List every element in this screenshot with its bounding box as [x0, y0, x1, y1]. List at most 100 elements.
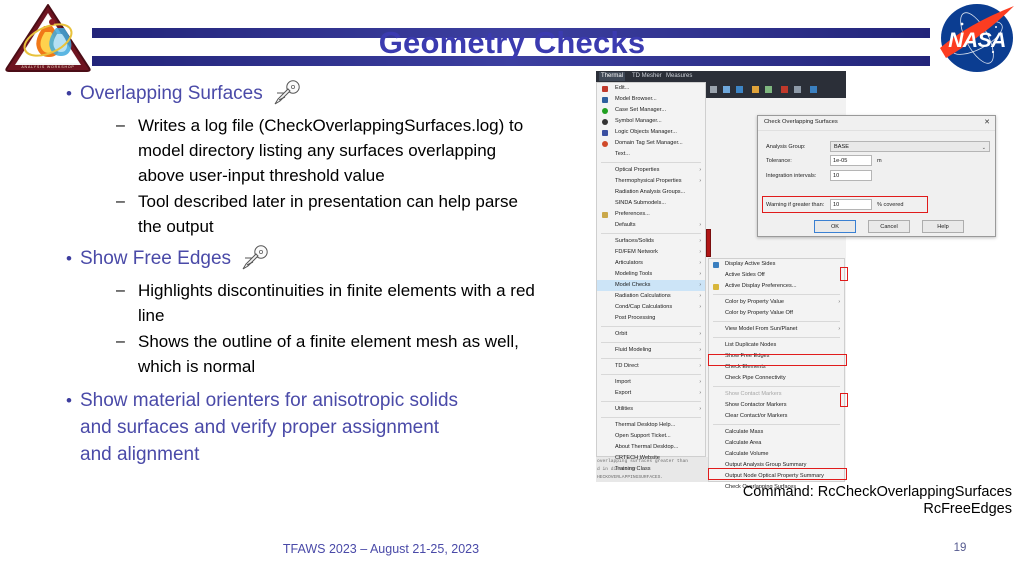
- toolbar-icon-4[interactable]: [752, 86, 759, 93]
- menubar-item-measures[interactable]: Measures: [666, 73, 692, 79]
- menu-item-optical-properties[interactable]: Optical Properties ›: [597, 165, 705, 176]
- integration-intervals-input[interactable]: 10: [830, 170, 872, 181]
- menu-item-case-set-manager[interactable]: Case Set Manager...: [597, 105, 705, 116]
- menu-item-export[interactable]: Export ›: [597, 388, 705, 399]
- toolbar-icon-6[interactable]: [781, 86, 788, 93]
- menu-item-label: Preferences...: [615, 211, 650, 217]
- menu-item-preferences[interactable]: Preferences...: [597, 209, 705, 220]
- toolbar-icon-2[interactable]: [723, 86, 730, 93]
- app-toolbar: [706, 82, 846, 98]
- submenu-item-calculate-area[interactable]: Calculate Area: [709, 438, 844, 449]
- toolbar-icon-1[interactable]: [710, 86, 717, 93]
- menu-item-edit[interactable]: Edit...: [597, 83, 705, 94]
- menu-item-post-processing[interactable]: Post Processing: [597, 313, 705, 324]
- chevron-right-icon: ›: [699, 304, 701, 310]
- menu-item-logic-objects-manager[interactable]: Logic Objects Manager...: [597, 127, 705, 138]
- menubar-item-thermal[interactable]: Thermal: [599, 72, 626, 81]
- ok-button[interactable]: OK: [814, 220, 856, 233]
- dialog-title: Check Overlapping Surfaces: [764, 119, 838, 125]
- submenu-item-calculate-volume[interactable]: Calculate Volume: [709, 449, 844, 460]
- menu-item-modeling-tools[interactable]: Modeling Tools ›: [597, 269, 705, 280]
- bullet-level1: • Show material orienters for anisotropi…: [58, 387, 578, 468]
- model-checks-submenu[interactable]: Display Active Sides Active Sides Off Ac…: [708, 258, 847, 490]
- menu-item-model-browser[interactable]: Model Browser...: [597, 94, 705, 105]
- menu-item-model-checks[interactable]: Model Checks ›: [597, 280, 705, 291]
- menu-separator: [601, 162, 701, 163]
- menu-item-symbol-manager[interactable]: Symbol Manager...: [597, 116, 705, 127]
- submenu-item-color-by-property-value-off[interactable]: Color by Property Value Off: [709, 308, 844, 319]
- menu-item-training-class[interactable]: Training Class: [597, 464, 705, 475]
- menu-item-import[interactable]: Import ›: [597, 377, 705, 388]
- menu-item-label: Surfaces/Solids: [615, 238, 654, 244]
- check-overlapping-surfaces-dialog[interactable]: Check Overlapping Surfaces ✕ Analysis Gr…: [757, 115, 996, 237]
- toolbar-icon-8[interactable]: [810, 86, 817, 93]
- menu-item-thermal-desktop-help[interactable]: Thermal Desktop Help...: [597, 420, 705, 431]
- menu-item-fluid-modeling[interactable]: Fluid Modeling ›: [597, 345, 705, 356]
- submenu-item-color-by-property-value[interactable]: Color by Property Value ›: [709, 297, 844, 308]
- menu-item-radiation-analysis-groups[interactable]: Radiation Analysis Groups...: [597, 187, 705, 198]
- menu-item-label: Check Pipe Connectivity: [725, 375, 786, 381]
- menu-item-label: Edit...: [615, 85, 630, 91]
- menu-item-utilities[interactable]: Utilities ›: [597, 404, 705, 415]
- menu-separator: [601, 342, 701, 343]
- submenu-item-calculate-mass[interactable]: Calculate Mass: [709, 427, 844, 438]
- cancel-button[interactable]: Cancel: [868, 220, 910, 233]
- submenu-item-output-node-optical-property-summary[interactable]: Output Node Optical Property Summary: [709, 471, 844, 482]
- submenu-item-output-analysis-group-summary[interactable]: Output Analysis Group Summary: [709, 460, 844, 471]
- menu-item-thermophysical-properties[interactable]: Thermophysical Properties ›: [597, 176, 705, 187]
- warning-threshold-input[interactable]: 10: [830, 199, 872, 210]
- dialog-titlebar: Check Overlapping Surfaces ✕: [758, 116, 995, 131]
- menu-item-label: Display Active Sides: [725, 261, 776, 267]
- bullet-subtext: Writes a log file (CheckOverlappingSurfa…: [138, 116, 524, 185]
- submenu-item-view-model-from-sun-planet[interactable]: View Model From Sun/Planet ›: [709, 324, 844, 335]
- toolbar-icon-7[interactable]: [794, 86, 801, 93]
- tolerance-label: Tolerance:: [766, 158, 792, 164]
- submenu-item-check-elements[interactable]: Check Elements: [709, 362, 844, 373]
- menu-item-label: Cond/Cap Calculations: [615, 304, 673, 310]
- menu-item-text[interactable]: Text...: [597, 149, 705, 160]
- menu-item-orbit[interactable]: Orbit ›: [597, 329, 705, 340]
- chevron-right-icon: ›: [699, 390, 701, 396]
- menu-item-crtech-website[interactable]: CRTECH Website: [597, 453, 705, 464]
- submenu-item-active-display-preferences[interactable]: Active Display Preferences...: [709, 281, 844, 292]
- thermal-dropdown-menu[interactable]: Edit... Model Browser... Case Set Manage…: [596, 82, 706, 472]
- menu-item-label: Clear Contact/or Markers: [725, 413, 788, 419]
- bullet-text: Show Free Edges: [80, 248, 232, 269]
- menu-item-label: Modeling Tools: [615, 271, 653, 277]
- menu-item-open-support-ticket[interactable]: Open Support Ticket...: [597, 431, 705, 442]
- menu-item-articulators[interactable]: Articulators ›: [597, 258, 705, 269]
- menu-item-domain-tag-set-manager[interactable]: Domain Tag Set Manager...: [597, 138, 705, 149]
- submenu-item-show-free-edges[interactable]: Show Free Edges: [709, 351, 844, 362]
- menu-item-td-direct[interactable]: TD Direct ›: [597, 361, 705, 372]
- submenu-item-check-pipe-connectivity[interactable]: Check Pipe Connectivity: [709, 373, 844, 384]
- submenu-item-display-active-sides[interactable]: Display Active Sides: [709, 259, 844, 270]
- help-button[interactable]: Help: [922, 220, 964, 233]
- tolerance-input[interactable]: 1e-05: [830, 155, 872, 166]
- menu-item-fd-fem-network[interactable]: FD/FEM Network ›: [597, 247, 705, 258]
- menu-item-label: Color by Property Value Off: [725, 310, 793, 316]
- chevron-right-icon: ›: [699, 222, 701, 228]
- menu-item-label: SINDA Submodels...: [615, 200, 666, 206]
- menu-item-label: Optical Properties: [615, 167, 660, 173]
- toolbar-icon-3[interactable]: [736, 86, 743, 93]
- menu-separator: [713, 386, 840, 387]
- menu-item-label: CRTECH Website: [615, 455, 660, 461]
- menu-item-radiation-calculations[interactable]: Radiation Calculations ›: [597, 291, 705, 302]
- warning-threshold-label: Warning if greater than:: [766, 202, 825, 208]
- analysis-group-select[interactable]: BASE ⌄: [830, 141, 990, 152]
- menu-item-label: Orbit: [615, 331, 628, 337]
- close-icon[interactable]: ✕: [984, 118, 990, 127]
- menu-item-cond-cap-calculations[interactable]: Cond/Cap Calculations ›: [597, 302, 705, 313]
- menu-item-label: Text...: [615, 151, 630, 157]
- submenu-item-list-duplicate-nodes[interactable]: List Duplicate Nodes: [709, 340, 844, 351]
- menu-item-defaults[interactable]: Defaults ›: [597, 220, 705, 231]
- bullet-subtext: Shows the outline of a finite element me…: [138, 332, 519, 376]
- submenu-item-show-contactor-markers[interactable]: Show Contactor Markers: [709, 400, 844, 411]
- menu-item-surfaces-solids[interactable]: Surfaces/Solids ›: [597, 236, 705, 247]
- submenu-item-active-sides-off[interactable]: Active Sides Off: [709, 270, 844, 281]
- menu-item-sinda-submodels[interactable]: SINDA Submodels...: [597, 198, 705, 209]
- menubar-item-td-mesher[interactable]: TD Mesher: [632, 73, 662, 79]
- menu-item-about-thermal-desktop[interactable]: About Thermal Desktop...: [597, 442, 705, 453]
- submenu-item-clear-contact-markers[interactable]: Clear Contact/or Markers: [709, 411, 844, 422]
- toolbar-icon-5[interactable]: [765, 86, 772, 93]
